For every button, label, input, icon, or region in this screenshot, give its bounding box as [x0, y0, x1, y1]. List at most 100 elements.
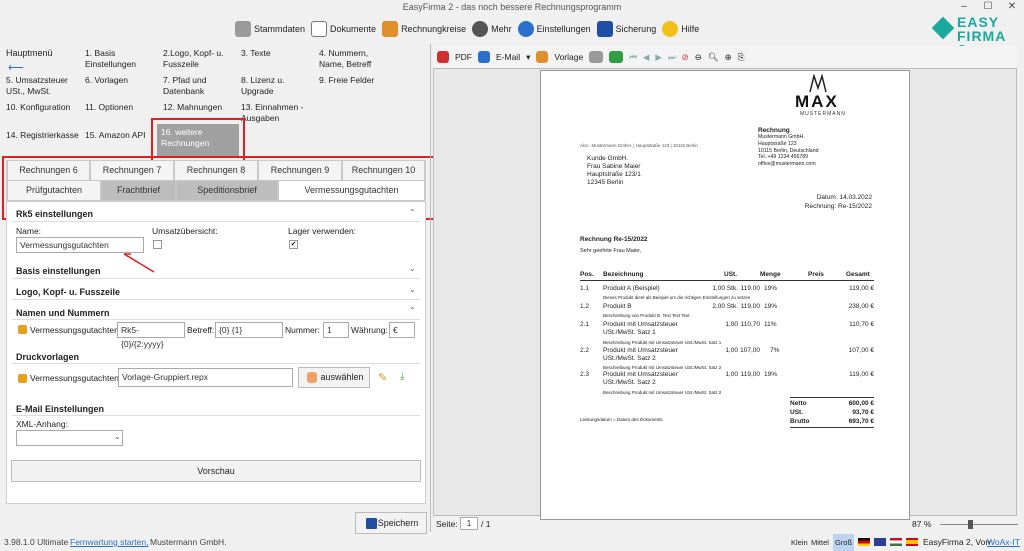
- recipient-address: Kunde GmbH. Frau Sabine Maier Hauptstraß…: [587, 155, 641, 186]
- minimize-icon[interactable]: –: [952, 0, 976, 14]
- export-icon[interactable]: ⎘: [738, 52, 745, 63]
- chevron-down-icon[interactable]: ▾: [526, 52, 530, 63]
- speichern-button[interactable]: Speichern: [355, 512, 427, 534]
- last-page-icon[interactable]: ⏭: [668, 52, 676, 63]
- flag-uk-icon[interactable]: [874, 538, 886, 546]
- col-ust: USt.: [724, 271, 737, 278]
- menu-freie-felder[interactable]: 9. Freie Felder: [319, 75, 395, 86]
- section-basis-title[interactable]: Basis einstellungen: [16, 266, 101, 276]
- page-total: / 1: [481, 519, 491, 529]
- toolbar-stammdaten[interactable]: Stammdaten: [235, 21, 305, 37]
- col-pos: Pos.: [580, 271, 594, 278]
- menu-basis[interactable]: 1. Basis Einstellungen: [85, 48, 161, 70]
- menu-amazon[interactable]: 15. Amazon API: [85, 130, 161, 141]
- umsatz-checkbox[interactable]: [153, 240, 162, 249]
- navigate-icon[interactable]: ⊘: [682, 52, 689, 63]
- table-header-rule: [580, 280, 874, 281]
- menu-mahnungen[interactable]: 12. Mahnungen: [163, 102, 239, 113]
- edit-pencil-icon[interactable]: ✎: [378, 371, 387, 384]
- menu-einnahmen[interactable]: 13. Einnahmen - Ausgaben: [241, 102, 317, 124]
- print-setup-icon[interactable]: [609, 51, 624, 63]
- size-klein[interactable]: Klein: [791, 534, 808, 551]
- sender-block: Mustermann GmbH. Hauptstraße 123 10115 B…: [758, 134, 819, 168]
- toolbar-hilfe[interactable]: Hilfe: [662, 21, 699, 37]
- email-icon: [478, 51, 490, 63]
- menu-vorlagen[interactable]: 6. Vorlagen: [85, 75, 161, 86]
- chevron-up-icon[interactable]: ⌃: [409, 306, 416, 315]
- flag-es-icon[interactable]: [906, 538, 918, 546]
- next-page-icon[interactable]: ▶: [655, 52, 662, 63]
- divider: [12, 278, 420, 279]
- nummer-pattern-input[interactable]: Rk5-{0}/{2:yyyy}: [117, 322, 185, 349]
- download-icon[interactable]: ⤓: [400, 371, 404, 382]
- vorlage-button[interactable]: Vorlage: [554, 52, 583, 62]
- menu-konfiguration[interactable]: 10. Konfiguration: [6, 102, 82, 113]
- splitter[interactable]: [430, 44, 431, 532]
- chevron-down-icon[interactable]: ⌄: [409, 264, 416, 273]
- invoice-number: Rechnung: Re-15/2022: [804, 203, 872, 210]
- flag-de-icon[interactable]: [858, 538, 870, 546]
- help-icon: [662, 21, 679, 37]
- zoom-slider[interactable]: [940, 519, 1018, 529]
- email-button[interactable]: E-Mail: [496, 52, 520, 62]
- ust-value: 93,70 €: [852, 409, 874, 416]
- chevron-down-icon[interactable]: ⌄: [409, 285, 416, 294]
- menu-weitere-rechnungen[interactable]: 16. weitere Rechnungen: [157, 124, 239, 158]
- toolbar-rechnungkreise[interactable]: Rechnungkreise: [382, 21, 466, 37]
- annotation-arrow-icon: [123, 253, 155, 273]
- waehrung-input[interactable]: €: [389, 322, 415, 338]
- back-arrow-icon[interactable]: ⟵: [8, 61, 24, 74]
- magnifier-icon[interactable]: 🔍︎: [708, 52, 719, 63]
- menu-nummern[interactable]: 4. Nummern, Name, Betreff: [319, 48, 395, 70]
- xml-anhang-select[interactable]: [16, 430, 123, 446]
- zoom-in-icon[interactable]: ⊕: [725, 52, 732, 63]
- size-mittel[interactable]: Mittel: [811, 534, 829, 551]
- dropdown-arrow-icon[interactable]: ⌄: [114, 432, 121, 441]
- chevron-up-icon[interactable]: ⌃: [409, 208, 416, 217]
- druckvorlage-input[interactable]: Vorlage-Gruppiert.repx: [118, 368, 293, 387]
- invoice-date: Datum: 14.03.2022: [816, 194, 872, 201]
- prev-page-icon[interactable]: ◀: [643, 52, 650, 63]
- size-gross[interactable]: Groß: [833, 534, 855, 551]
- maximize-icon[interactable]: ☐: [976, 0, 1000, 14]
- document-type-icon: [18, 374, 27, 383]
- page-input[interactable]: 1: [460, 517, 478, 530]
- nummer-input[interactable]: 1: [323, 322, 349, 338]
- toolbar-mehr[interactable]: Mehr: [472, 21, 512, 37]
- menu-pfad[interactable]: 7. Pfad und Datenbank: [163, 75, 239, 97]
- menu-optionen[interactable]: 11. Optionen: [85, 102, 161, 113]
- divider: [12, 415, 420, 416]
- printer-icon[interactable]: [589, 51, 604, 63]
- preview-toolbar: PDF E-Mail ▾ Vorlage ⏮ ◀ ▶ ⏭ ⊘ ⊖ 🔍︎ ⊕ ⎘: [433, 46, 1017, 68]
- menu-lizenz[interactable]: 8. Lizenz u. Upgrade: [241, 75, 317, 97]
- betreff-input[interactable]: {0} {1}: [215, 322, 283, 338]
- window-title: EasyFirma 2 - das noch bessere Rechnungs…: [402, 2, 622, 12]
- auswaehlen-button[interactable]: auswählen: [298, 367, 370, 388]
- floppy-disk-icon: [366, 518, 377, 529]
- flag-hu-icon[interactable]: [890, 538, 902, 546]
- toolbar-sicherung[interactable]: Sicherung: [596, 21, 656, 37]
- close-icon[interactable]: ✕: [1000, 0, 1024, 14]
- invoice-cycle-icon: [382, 21, 399, 37]
- brand-name: MAX: [795, 92, 839, 111]
- toolbar-dokumente[interactable]: Dokumente: [311, 21, 376, 37]
- first-page-icon[interactable]: ⏮: [629, 52, 637, 63]
- pdf-button[interactable]: PDF: [455, 52, 472, 62]
- col-menge: Menge: [760, 271, 781, 278]
- sender-line: Abs.: Mustermann GmbH. | Hauptstraße 123…: [580, 143, 698, 148]
- toolbar-einstellungen[interactable]: Einstellungen: [517, 21, 591, 37]
- easyfirma-logo: EASY FIRMA 2: [931, 14, 1021, 62]
- menu-texte[interactable]: 3. Texte: [241, 48, 317, 59]
- hauptmenu-link[interactable]: Hauptmenü: [6, 48, 82, 59]
- gear-icon: [517, 21, 534, 37]
- vorschau-button[interactable]: Vorschau: [11, 460, 421, 482]
- menu-umsatzsteuer[interactable]: 5. Umsatzsteuer USt., MwSt.: [6, 75, 82, 97]
- lager-checkbox[interactable]: ✔: [289, 240, 298, 249]
- zoom-out-icon[interactable]: ⊖: [695, 52, 702, 63]
- section-logo-title[interactable]: Logo, Kopf- u. Fusszeile: [16, 287, 120, 297]
- brutto-value: 693,70 €: [848, 418, 874, 425]
- woax-link[interactable]: WoAx-IT: [987, 534, 1020, 551]
- menu-registrierkasse[interactable]: 14. Registrierkasse: [6, 130, 82, 141]
- fernwartung-link[interactable]: Fernwartung starten,: [70, 534, 148, 551]
- menu-logo[interactable]: 2.Logo, Kopf- u. Fusszeile: [163, 48, 239, 70]
